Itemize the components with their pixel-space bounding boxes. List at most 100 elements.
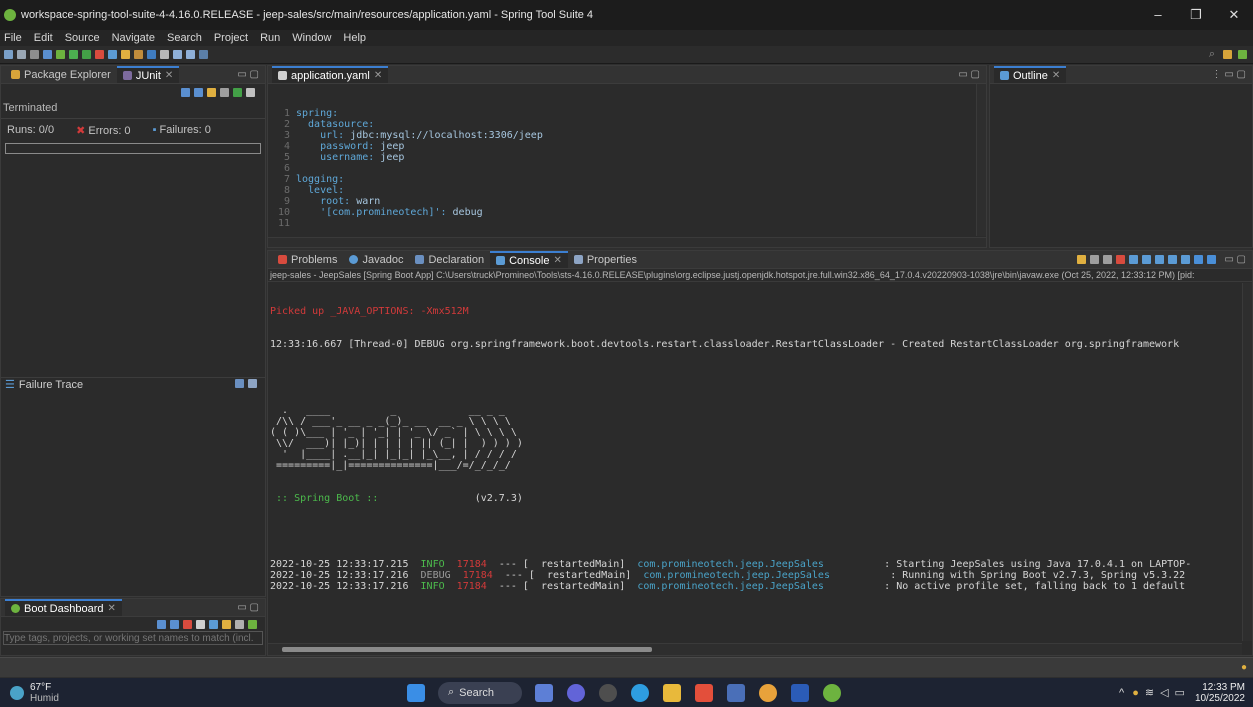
clock[interactable]: 12:33 PM 10/25/2022 <box>1195 682 1245 704</box>
close-icon[interactable]: ✕ <box>374 70 382 81</box>
minimize-maximize-icon[interactable]: ▭ ▢ <box>958 69 980 80</box>
wifi-icon[interactable]: ≋ <box>1145 686 1154 699</box>
battery-icon[interactable]: ▭ <box>1175 686 1185 699</box>
minimize-button[interactable]: – <box>1139 7 1177 23</box>
minimize-maximize-icon[interactable]: ▭ ▢ <box>237 69 259 80</box>
view-menu-icon[interactable] <box>246 87 255 97</box>
tab-properties[interactable]: Properties <box>568 251 643 268</box>
teams-icon[interactable] <box>567 683 585 702</box>
menu-help[interactable]: Help <box>343 32 366 44</box>
search-tool-icon[interactable] <box>147 50 156 59</box>
open-config-icon[interactable] <box>222 619 231 629</box>
file-explorer-icon[interactable] <box>663 683 681 702</box>
maximize-button[interactable]: ❐ <box>1177 7 1215 23</box>
lightbulb-icon[interactable]: ● <box>1241 662 1247 673</box>
stop-icon[interactable] <box>95 50 104 59</box>
menu-file[interactable]: File <box>4 32 22 44</box>
display-console-icon[interactable] <box>1207 255 1217 264</box>
taskbar-search[interactable]: ⌕ Search <box>438 681 522 704</box>
vscode-icon[interactable] <box>727 683 745 702</box>
task-view-icon[interactable] <box>535 683 553 702</box>
edge-icon[interactable] <box>631 683 649 702</box>
perspective-java-icon[interactable] <box>1223 50 1232 59</box>
terminate-icon[interactable] <box>1116 255 1126 264</box>
word-icon[interactable] <box>791 683 809 702</box>
debug-icon[interactable] <box>69 50 78 59</box>
menu-search[interactable]: Search <box>167 32 202 44</box>
console-output[interactable]: Picked up _JAVA_OPTIONS: -Xmx512M 12:33:… <box>268 282 1252 632</box>
show-stdout-icon[interactable] <box>1168 255 1178 264</box>
tab-declaration[interactable]: Declaration <box>409 251 490 268</box>
menu-window[interactable]: Window <box>292 32 331 44</box>
open-console-icon[interactable] <box>1194 255 1204 264</box>
run-icon[interactable] <box>82 50 91 59</box>
menu-edit[interactable]: Edit <box>34 32 53 44</box>
start-icon[interactable] <box>157 619 166 629</box>
remove-launch-icon[interactable] <box>1090 255 1100 264</box>
show-stderr-icon[interactable] <box>1181 255 1191 264</box>
remove-all-icon[interactable] <box>1103 255 1113 264</box>
tray-app-icon[interactable]: ● <box>1132 687 1139 699</box>
perspective-spring-icon[interactable] <box>1238 50 1247 59</box>
stop-app-icon[interactable] <box>183 619 192 629</box>
console-vertical-scrollbar[interactable] <box>1242 283 1252 641</box>
terminal-icon[interactable] <box>43 50 52 59</box>
save-all-icon[interactable] <box>30 50 39 59</box>
filter-icon[interactable] <box>235 619 244 629</box>
tab-problems[interactable]: Problems <box>272 251 343 268</box>
rerun-icon[interactable] <box>233 87 242 97</box>
add-icon[interactable] <box>248 619 257 629</box>
tab-application-yaml[interactable]: application.yaml ✕ <box>272 66 389 83</box>
minimize-maximize-icon[interactable]: ▭ ▢ <box>237 602 259 613</box>
tab-boot-dashboard[interactable]: Boot Dashboard ✕ <box>5 599 122 616</box>
office-icon[interactable] <box>695 683 713 702</box>
close-icon[interactable]: ✕ <box>1052 70 1060 81</box>
save-icon[interactable] <box>17 50 26 59</box>
boot-icon[interactable] <box>56 50 65 59</box>
view-menu-icon[interactable]: ⋮ ▭ ▢ <box>1212 69 1246 80</box>
next-failure-icon[interactable] <box>181 87 190 97</box>
close-icon[interactable]: ✕ <box>108 603 116 614</box>
new-icon[interactable] <box>4 50 13 59</box>
chrome-icon[interactable] <box>759 683 777 702</box>
minimize-maximize-icon[interactable]: ▭ ▢ <box>1224 254 1246 265</box>
close-button[interactable]: ✕ <box>1215 7 1253 23</box>
github-icon[interactable] <box>599 683 617 702</box>
menu-run[interactable]: Run <box>260 32 280 44</box>
clear-console-icon[interactable] <box>1129 255 1139 264</box>
pin-icon[interactable] <box>199 50 208 59</box>
history-icon[interactable] <box>220 87 229 97</box>
menu-source[interactable]: Source <box>65 32 100 44</box>
open-browser-icon[interactable] <box>196 619 205 629</box>
new-java-project-icon[interactable] <box>121 50 130 59</box>
close-icon[interactable]: ✕ <box>553 255 561 266</box>
tab-javadoc[interactable]: Javadoc <box>343 251 409 268</box>
tab-junit[interactable]: JUnit ✕ <box>116 66 180 83</box>
tab-console[interactable]: Console ✕ <box>490 251 568 268</box>
external-tools-icon[interactable] <box>108 50 117 59</box>
close-icon[interactable]: ✕ <box>165 70 173 81</box>
back-icon[interactable] <box>173 50 182 59</box>
menu-navigate[interactable]: Navigate <box>112 32 155 44</box>
word-wrap-icon[interactable] <box>1155 255 1165 264</box>
code-editor[interactable]: 1 spring: 2 datasource: 3 url: jdbc:mysql:/… <box>268 84 986 236</box>
windows-start-icon[interactable] <box>407 683 425 702</box>
menu-project[interactable]: Project <box>214 32 248 44</box>
chevron-up-icon[interactable]: ^ <box>1119 687 1124 699</box>
compare-icon[interactable] <box>235 378 261 391</box>
scroll-thumb[interactable] <box>282 647 652 652</box>
annotation-icon[interactable] <box>160 50 169 59</box>
open-type-icon[interactable] <box>134 50 143 59</box>
forward-icon[interactable] <box>186 50 195 59</box>
debug-app-icon[interactable] <box>170 619 179 629</box>
scroll-lock-icon[interactable] <box>1142 255 1152 264</box>
volume-icon[interactable]: ◁ <box>1160 686 1168 699</box>
tab-package-explorer[interactable]: Package Explorer <box>5 66 117 83</box>
show-failures-icon[interactable] <box>207 87 216 97</box>
console-horizontal-scrollbar[interactable] <box>268 643 1242 655</box>
prev-failure-icon[interactable] <box>194 87 203 97</box>
boot-dashboard-filter-input[interactable] <box>3 631 263 645</box>
editor-vertical-scrollbar[interactable] <box>976 84 986 236</box>
editor-horizontal-scrollbar[interactable] <box>268 237 986 247</box>
spring-tool-suite-icon[interactable] <box>823 683 841 702</box>
